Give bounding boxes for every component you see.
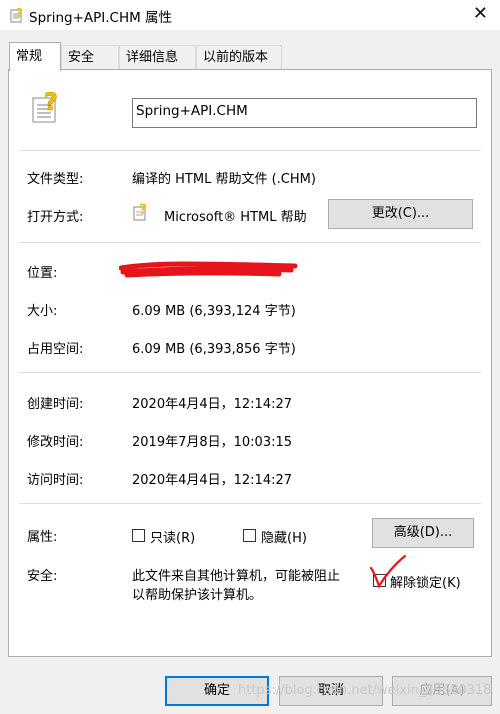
tab-general[interactable]: 常规 (9, 42, 61, 71)
security-text-line2: 以帮助保护该计算机。 (132, 588, 263, 603)
divider (19, 372, 481, 373)
modified-label: 修改时间: (27, 435, 84, 450)
accessed-label: 访问时间: (27, 473, 84, 488)
divider (19, 503, 481, 504)
file-name-field[interactable]: Spring+API.CHM (132, 98, 477, 128)
divider (19, 242, 481, 243)
title-bar: ? Spring+API.CHM 属性 ✕ (0, 0, 500, 30)
svg-text:?: ? (139, 202, 147, 218)
window-title: Spring+API.CHM 属性 (29, 10, 173, 26)
open-with-label: 打开方式: (27, 210, 84, 225)
modified-value: 2019年7月8日，10:03:15 (132, 435, 293, 450)
tab-security[interactable]: 安全 (61, 45, 119, 69)
readonly-label[interactable]: 只读(R) (150, 527, 195, 546)
size-value: 6.09 MB (6,393,124 字节) (132, 304, 296, 319)
file-type-value: 编译的 HTML 帮助文件 (.CHM) (132, 172, 316, 187)
divider (19, 150, 481, 151)
disk-size-label: 占用空间: (27, 342, 84, 357)
open-with-value: Microsoft® HTML 帮助 (164, 210, 307, 225)
help-app-icon: ? (132, 202, 150, 226)
chm-file-large-icon: ? (29, 88, 63, 130)
hidden-label[interactable]: 隐藏(H) (261, 527, 307, 546)
hidden-checkbox[interactable] (243, 529, 256, 542)
security-label: 安全: (27, 569, 58, 584)
chm-file-icon: ? (9, 6, 25, 28)
accessed-value: 2020年4月4日，12:14:27 (132, 473, 293, 488)
file-type-label: 文件类型: (27, 172, 84, 187)
security-text-line1: 此文件来自其他计算机，可能被阻止 (132, 569, 341, 584)
general-panel: ? Spring+API.CHM 文件类型: 编译的 HTML 帮助文件 (.C… (8, 69, 492, 657)
tab-previous-versions[interactable]: 以前的版本 (196, 45, 282, 69)
disk-size-value: 6.09 MB (6,393,856 字节) (132, 342, 296, 357)
size-label: 大小: (27, 304, 58, 319)
redaction-scribble (119, 261, 298, 278)
location-label: 位置: (27, 266, 58, 281)
created-label: 创建时间: (27, 397, 84, 412)
svg-text:?: ? (44, 90, 58, 116)
created-value: 2020年4月4日，12:14:27 (132, 397, 293, 412)
tab-details[interactable]: 详细信息 (119, 45, 196, 69)
tab-strip: 常规 安全 详细信息 以前的版本 (0, 42, 500, 71)
change-button[interactable]: 更改(C)... (328, 199, 473, 229)
svg-text:?: ? (16, 6, 23, 20)
readonly-checkbox[interactable] (132, 529, 145, 542)
attributes-label: 属性: (27, 530, 58, 545)
close-icon[interactable]: ✕ (473, 3, 488, 24)
annotation-check-mark (369, 554, 407, 589)
watermark-text: https://blog.csdn.net/weixin_45680318 (238, 683, 492, 698)
advanced-button[interactable]: 高级(D)... (372, 518, 474, 548)
